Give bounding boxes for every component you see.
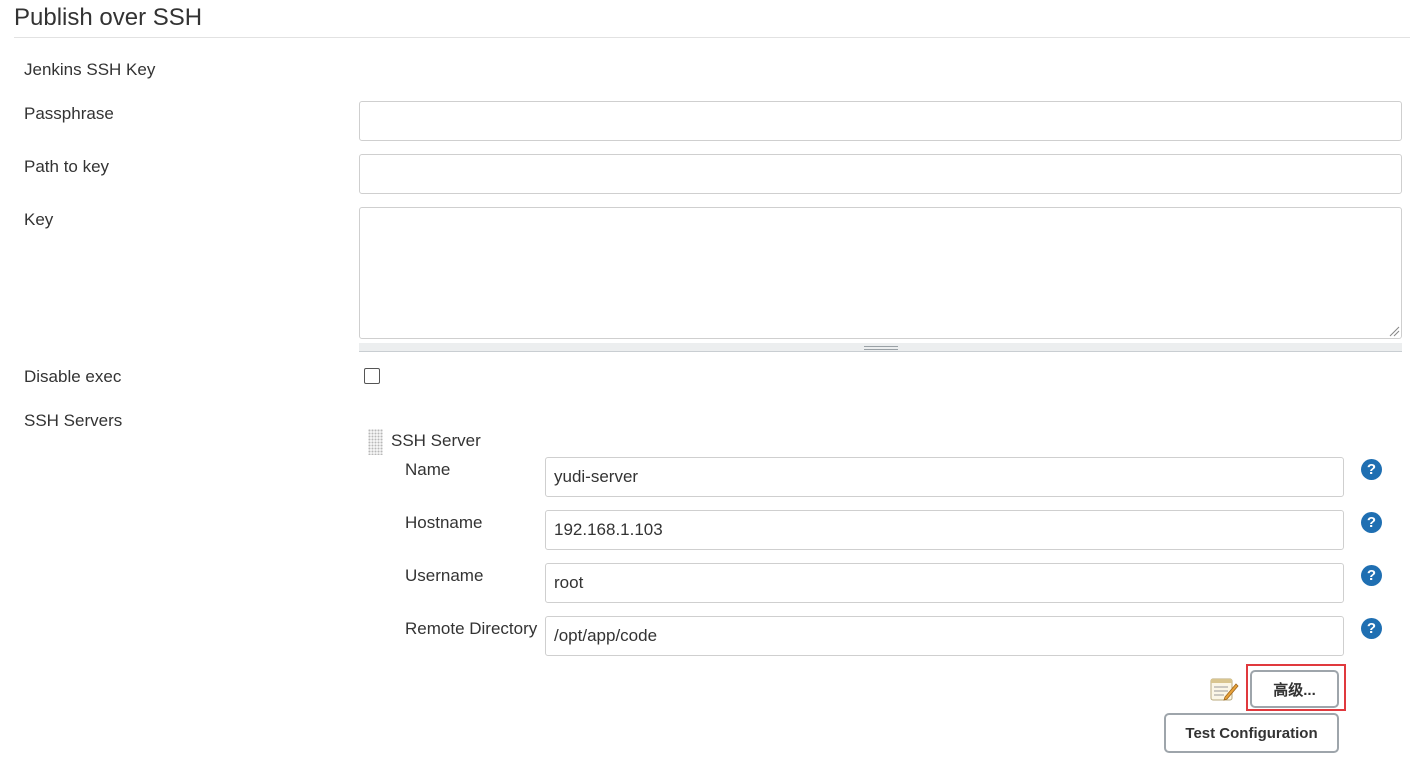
notepad-edit-icon[interactable] <box>1209 675 1239 703</box>
disable-exec-checkbox[interactable] <box>364 368 380 384</box>
passphrase-label: Passphrase <box>24 104 114 123</box>
help-circle-icon[interactable]: ? <box>1361 565 1382 586</box>
key-textarea[interactable] <box>359 207 1402 339</box>
server-name-input[interactable] <box>545 457 1344 497</box>
key-label: Key <box>24 210 54 229</box>
resize-corner-icon[interactable] <box>1388 325 1400 337</box>
help-circle-icon[interactable]: ? <box>1361 618 1382 639</box>
section-divider <box>14 37 1410 38</box>
help-circle-icon[interactable]: ? <box>1361 459 1382 480</box>
username-input[interactable] <box>545 563 1344 603</box>
remote-directory-input[interactable] <box>545 616 1344 656</box>
section-title: Publish over SSH <box>14 4 203 31</box>
disable-exec-label: Disable exec <box>24 367 122 386</box>
resize-grip-icon <box>864 346 898 350</box>
hostname-input[interactable] <box>545 510 1344 550</box>
passphrase-input[interactable] <box>359 101 1402 141</box>
server-name-label: Name <box>405 460 451 479</box>
jenkins-ssh-key-label: Jenkins SSH Key <box>24 60 156 79</box>
ssh-server-title: SSH Server <box>391 431 481 450</box>
textarea-resize-bar[interactable] <box>359 343 1402 352</box>
remote-directory-label: Remote Directory <box>405 619 538 638</box>
path-to-key-label: Path to key <box>24 157 110 176</box>
drag-handle-icon[interactable] <box>368 429 383 455</box>
test-configuration-button[interactable]: Test Configuration <box>1164 713 1339 753</box>
username-label: Username <box>405 566 484 585</box>
hostname-label: Hostname <box>405 513 483 532</box>
advanced-button[interactable]: 高级... <box>1250 670 1339 708</box>
help-circle-icon[interactable]: ? <box>1361 512 1382 533</box>
path-to-key-input[interactable] <box>359 154 1402 194</box>
ssh-servers-label: SSH Servers <box>24 411 123 430</box>
